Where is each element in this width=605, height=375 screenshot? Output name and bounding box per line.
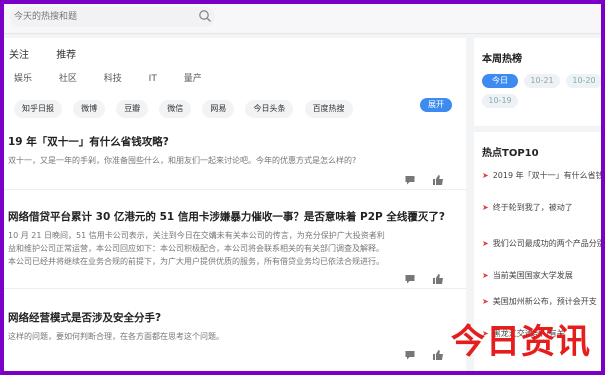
hot-flag-icon: ➤ [482,203,489,212]
top10-title: 热点TOP10 [482,148,539,159]
top10-item[interactable]: ➤ 终于轮到我了，被动了 [482,202,601,213]
tab-production[interactable]: 量产 [184,74,202,84]
date-chip[interactable]: 10-20 [566,74,601,88]
channel-chip[interactable]: 网易 [202,100,235,118]
like-icon[interactable] [432,174,444,186]
top10-item[interactable]: ➤ 美国加州新公布，预计会开支 [482,296,601,307]
comment-icon[interactable] [404,349,416,361]
article-summary: 双十一，又是一年的手剁，你准备囤些什么，和朋友们一起来讨论吧。今年的优惠方式是怎… [8,156,357,165]
article-summary: 这样的问题，要如何判断合理，在各方面都在思考这个问题。 [8,332,224,341]
article-item[interactable]: 网络经营模式是否涉及安全分手? 这样的问题，要如何判断合理，在各方面都在思考这个… [4,290,466,371]
search-bar [4,4,601,34]
channel-chip[interactable]: 微博 [73,100,106,118]
article-actions [404,349,450,361]
article-title[interactable]: 网络经营模式是否涉及安全分手? [8,310,161,325]
search-icon[interactable] [198,9,212,23]
hot-flag-icon: ➤ [482,171,489,180]
date-chip-today[interactable]: 今日 [482,74,518,88]
channel-row: 知乎日报 微博 豆瓣 微信 网易 今日头条 百度热搜 展开 [14,96,464,118]
tab-follow[interactable]: 关注 [9,50,29,61]
tab-entertainment[interactable]: 娱乐 [14,74,32,84]
comment-icon[interactable] [404,174,416,186]
expand-channels-button[interactable]: 展开 [420,98,452,112]
article-title[interactable]: 19 年「双十一」有什么省钱攻略? [8,134,169,149]
like-icon[interactable] [432,273,444,285]
article-title[interactable]: 网络借贷平台累计 30 亿港元的 51 信用卡涉嫌暴力催收一事？是否意味着 P2… [8,209,445,224]
hot-flag-icon: ➤ [482,271,489,280]
secondary-tabs: 娱乐 社区 科技 IT 量产 [14,71,226,84]
date-chip[interactable]: 10-21 [524,74,560,88]
tab-recommend[interactable]: 推荐 [56,50,76,61]
watermark-logo: 今日资讯 [451,322,591,362]
like-icon[interactable] [432,349,444,361]
hot-flag-icon: ➤ [482,297,489,306]
primary-tabs: 关注 推荐 [9,46,100,61]
article-item[interactable]: 19 年「双十一」有什么省钱攻略? 双十一，又是一年的手剁，你准备囤些什么，和朋… [4,124,466,190]
top10-item[interactable]: ➤ 当前美国国家大学发展 [482,270,601,281]
article-summary: 本公司已经并将继续在业务合规的前提下，为广大用户提供优质的服务，所有借贷业务均已… [8,257,384,266]
article-actions [404,273,450,285]
hot-flag-icon: ➤ [482,239,489,248]
tab-community[interactable]: 社区 [59,74,77,84]
article-item[interactable]: 网络借贷平台累计 30 亿港元的 51 信用卡涉嫌暴力催收一事？是否意味着 P2… [4,191,466,289]
article-actions [404,174,450,186]
tab-it[interactable]: IT [149,74,157,84]
article-summary: 益和维护公司正常运营，本公司回应如下：本公司积极配合，本公司将会联系相关的有关部… [8,244,384,253]
top10-item[interactable]: ➤ 我们公司最成功的两个产品分别 [482,238,601,249]
channel-chip[interactable]: 微信 [159,100,192,118]
hot-ranking-panel: 本周热榜 今日 10-21 10-20 10-19 [474,38,601,126]
main-feed: 关注 推荐 娱乐 社区 科技 IT 量产 知乎日报 微博 豆瓣 微信 网易 今日… [4,38,466,371]
app-frame: 关注 推荐 娱乐 社区 科技 IT 量产 知乎日报 微博 豆瓣 微信 网易 今日… [4,4,601,371]
top10-item[interactable]: ➤2019 年「双十一」有什么省钱攻略 [482,170,601,181]
channel-chip[interactable]: 百度热搜 [304,100,353,118]
search-input[interactable] [10,7,215,27]
article-summary: 10 月 21 日晚间，51 信用卡公司表示，关注到今日在交媾未有关本公司的传言… [8,231,385,240]
hot-ranking-title: 本周热榜 [482,54,522,65]
comment-icon[interactable] [404,273,416,285]
channel-chip[interactable]: 豆瓣 [116,100,149,118]
tab-tech[interactable]: 科技 [104,74,122,84]
channel-chip[interactable]: 知乎日报 [14,100,62,118]
date-chip[interactable]: 10-19 [482,94,518,108]
channel-chip[interactable]: 今日头条 [245,100,294,118]
